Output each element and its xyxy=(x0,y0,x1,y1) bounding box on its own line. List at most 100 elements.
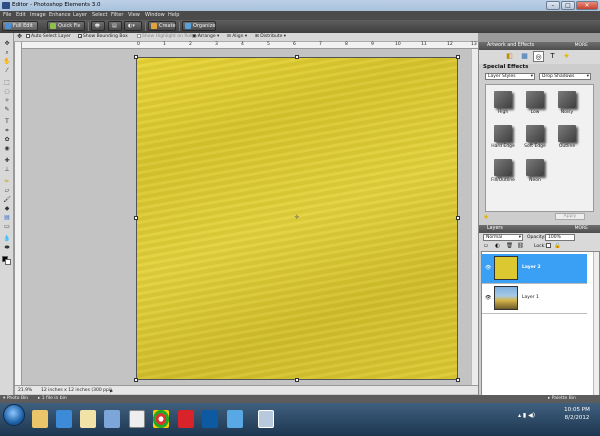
folder-taskbar-icon[interactable] xyxy=(80,410,96,428)
menu-file[interactable]: File xyxy=(3,12,11,18)
eraser-tool-icon[interactable]: ▱ xyxy=(3,187,11,194)
menu-filter[interactable]: Filter xyxy=(111,12,123,18)
hand-tool-icon[interactable]: ✋ xyxy=(3,58,11,65)
layers-header[interactable]: Layers MORE xyxy=(479,225,600,233)
more-button[interactable]: MORE xyxy=(575,225,588,233)
effect-thumb[interactable]: Low xyxy=(522,87,548,119)
blend-mode-select[interactable]: Normal ▾ xyxy=(483,234,523,241)
share-button[interactable]: ▤ xyxy=(108,21,122,31)
zoom-tool-icon[interactable]: ⌕ xyxy=(3,49,11,56)
marquee-tool-icon[interactable]: ⬚ xyxy=(3,79,11,86)
artwork-effects-header[interactable]: Artwork and Effects MORE xyxy=(479,42,600,50)
transform-handle[interactable] xyxy=(134,216,138,220)
effect-thumb[interactable]: Noisy xyxy=(554,87,580,119)
transform-handle[interactable] xyxy=(295,378,299,382)
ie-blue-taskbar-icon[interactable] xyxy=(202,410,218,428)
menu-image[interactable]: Image xyxy=(30,12,46,18)
gradient-tool-icon[interactable]: ▤ xyxy=(3,214,11,221)
favorites-tab-icon[interactable]: ★ xyxy=(562,52,571,61)
crop-tool-icon[interactable]: ⌗ xyxy=(3,127,11,134)
category-select[interactable]: Layer Styles ▾ xyxy=(485,73,535,80)
arrange-dropdown[interactable]: ▣ Arrange ▾ xyxy=(192,34,219,39)
zoom-level[interactable]: 21.9% xyxy=(18,388,32,393)
red-eye-icon[interactable]: ◉ xyxy=(3,145,11,152)
online-services-button[interactable]: ◐▾ xyxy=(124,21,142,31)
move-tool-icon[interactable]: ✥ xyxy=(3,40,11,47)
effect-thumb[interactable]: High xyxy=(490,87,516,119)
healing-brush-icon[interactable]: ✚ xyxy=(3,157,11,164)
pencil-tool-icon[interactable]: ✏ xyxy=(3,178,11,185)
transform-handle[interactable] xyxy=(134,378,138,382)
transform-handle[interactable] xyxy=(134,55,138,59)
create-button[interactable]: Create xyxy=(148,21,176,31)
layer-row[interactable]: 👁 Layer 1 xyxy=(482,284,587,314)
palette-bin-toggle[interactable]: ▸ Palette Bin xyxy=(548,396,576,401)
clock-date[interactable]: 8/2/2012 xyxy=(560,415,594,421)
ie-taskbar-icon[interactable] xyxy=(56,410,72,428)
layers-scrollbar[interactable] xyxy=(593,252,599,397)
artwork-tab-icon[interactable]: ◧ xyxy=(505,52,514,61)
magic-wand-icon[interactable]: ✧ xyxy=(3,97,11,104)
transform-handle[interactable] xyxy=(456,378,460,382)
quick-fix-button[interactable]: Quick Fix xyxy=(47,21,85,31)
photoshop-elements-taskbar-icon[interactable] xyxy=(258,410,274,428)
effect-thumb[interactable]: Hard Edge xyxy=(490,121,516,153)
frames-tab-icon[interactable]: ▦ xyxy=(520,52,529,61)
visibility-eye-icon[interactable]: 👁 xyxy=(485,265,491,271)
type-tool-icon[interactable]: T xyxy=(3,118,11,125)
shape-tool-icon[interactable]: ▭ xyxy=(3,223,11,230)
menu-view[interactable]: View xyxy=(128,12,140,18)
start-button[interactable] xyxy=(3,404,25,426)
new-layer-icon[interactable]: ▫ xyxy=(484,243,488,249)
minimize-button[interactable]: – xyxy=(546,1,560,10)
layer-row[interactable]: 👁 Layer 2 xyxy=(482,254,587,284)
layer-name[interactable]: Layer 2 xyxy=(522,265,541,270)
selection-brush-icon[interactable]: ✎ xyxy=(3,106,11,113)
effect-thumb[interactable]: Neon xyxy=(522,155,548,187)
blur-tool-icon[interactable]: 💧 xyxy=(3,235,11,242)
explorer-taskbar-icon[interactable] xyxy=(32,410,48,428)
sponge-tool-icon[interactable]: ⬬ xyxy=(3,244,11,251)
apply-button[interactable]: Apply xyxy=(555,213,585,220)
status-arrow-icon[interactable]: ▶ xyxy=(110,388,113,393)
auto-select-checkbox[interactable]: Auto Select Layer xyxy=(26,34,71,39)
effect-thumb[interactable]: Outline xyxy=(554,121,580,153)
menu-help[interactable]: Help xyxy=(168,12,179,18)
transform-handle[interactable] xyxy=(456,216,460,220)
full-edit-button[interactable]: Full Edit xyxy=(2,21,38,31)
background-color-swatch[interactable] xyxy=(5,259,11,265)
vertical-scrollbar[interactable] xyxy=(471,49,478,385)
close-button[interactable]: ✕ xyxy=(576,1,598,10)
menu-enhance[interactable]: Enhance xyxy=(49,12,71,18)
opacity-input[interactable]: 100% xyxy=(545,234,575,241)
menu-select[interactable]: Select xyxy=(92,12,107,18)
acrobat-taskbar-icon[interactable] xyxy=(178,410,194,428)
lasso-tool-icon[interactable]: ◌ xyxy=(3,88,11,95)
layer-name[interactable]: Layer 1 xyxy=(522,295,539,300)
effects-tab-icon[interactable]: ◎ xyxy=(533,51,544,62)
style-select[interactable]: Drop Shadows ▾ xyxy=(539,73,591,80)
menu-layer[interactable]: Layer xyxy=(73,12,87,18)
align-dropdown[interactable]: ⊟ Align ▾ xyxy=(227,34,247,39)
menu-window[interactable]: Window xyxy=(145,12,165,18)
app-taskbar-icon[interactable] xyxy=(129,410,145,428)
transform-handle[interactable] xyxy=(295,55,299,59)
favorite-star-icon[interactable]: ★ xyxy=(483,213,489,221)
clock-time[interactable]: 10:05 PM xyxy=(560,407,594,413)
organize-button[interactable]: Organize xyxy=(182,21,216,31)
maximize-button[interactable]: □ xyxy=(561,1,575,10)
lock-all-icon[interactable]: 🔒 xyxy=(554,243,561,249)
lock-transparency-icon[interactable] xyxy=(546,243,551,248)
brush-tool-icon[interactable]: 🖌 xyxy=(3,196,11,203)
effect-thumb[interactable]: Fill/Outline xyxy=(490,155,516,187)
photo-bin-toggle[interactable]: ▾ Photo Bin xyxy=(3,396,28,401)
paint-bucket-icon[interactable]: ◆ xyxy=(3,205,11,212)
skype-taskbar-icon[interactable] xyxy=(227,410,243,428)
tray-icons[interactable]: ▴ ▮ ◀) xyxy=(518,412,535,419)
more-button[interactable]: MORE xyxy=(575,42,588,50)
effect-thumb[interactable]: Soft Edge xyxy=(522,121,548,153)
visibility-eye-icon[interactable]: 👁 xyxy=(485,295,491,301)
delete-layer-icon[interactable]: 🗑 xyxy=(506,243,513,249)
show-bounding-checkbox[interactable]: ✓Show Bounding Box xyxy=(78,34,128,39)
text-tab-icon[interactable]: T xyxy=(548,52,557,61)
